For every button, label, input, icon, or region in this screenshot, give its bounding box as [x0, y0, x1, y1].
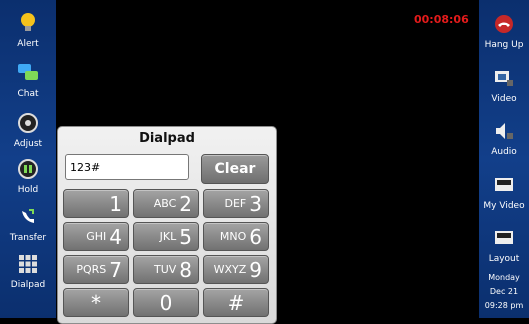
key-1-digit: 1	[109, 191, 122, 216]
hang-up-button[interactable]: Hang Up	[484, 13, 524, 50]
alert-label: Alert	[17, 39, 39, 49]
transfer-button[interactable]: Transfer	[10, 206, 46, 243]
key-0[interactable]: 0	[133, 288, 199, 317]
clear-button[interactable]: Clear	[201, 154, 269, 184]
key-9-letters: WXYZ	[213, 263, 247, 276]
layout-button[interactable]: Layout	[488, 227, 520, 264]
key-6[interactable]: MNO 6	[203, 222, 269, 251]
key-6-digit: 6	[249, 224, 262, 249]
alert-button[interactable]: Alert	[17, 12, 39, 49]
time-text: 09:28 pm	[484, 301, 524, 310]
key-5[interactable]: JKL 5	[133, 222, 199, 251]
transfer-label: Transfer	[9, 233, 47, 243]
dialpad-title: Dialpad	[139, 131, 195, 146]
date-time-display: Monday Dec 21 09:28 pm	[479, 271, 529, 313]
video-icon	[493, 67, 515, 89]
video-label: Video	[491, 94, 517, 104]
my-video-icon	[493, 174, 515, 196]
hold-icon	[17, 158, 39, 180]
key-9[interactable]: WXYZ 9	[203, 255, 269, 284]
dialpad-label: Dialpad	[10, 280, 46, 290]
key-3[interactable]: DEF 3	[203, 189, 269, 218]
key-1[interactable]: 1	[63, 189, 129, 218]
key-5-digit: 5	[179, 224, 192, 249]
key-star-digit: *	[91, 290, 101, 315]
audio-label: Audio	[491, 147, 517, 157]
key-hash[interactable]: #	[203, 288, 269, 317]
key-3-letters: DEF	[224, 197, 247, 210]
transfer-icon	[17, 206, 39, 228]
hang-up-icon	[493, 13, 515, 35]
key-hash-digit: #	[227, 290, 245, 315]
my-video-label: My Video	[483, 201, 525, 211]
left-sidebar: Alert Chat Adjust Hold Transfer Dialpad	[0, 0, 56, 318]
key-8-digit: 8	[179, 257, 192, 282]
key-7[interactable]: PQRS 7	[63, 255, 129, 284]
dialpad-panel: Dialpad Clear 1 ABC2 DEF3 GHI4 JKL5 MNO6…	[57, 126, 277, 324]
layout-icon	[493, 227, 515, 249]
key-9-digit: 9	[249, 257, 262, 282]
chat-icon	[17, 62, 39, 84]
key-2-digit: 2	[179, 191, 192, 216]
key-4[interactable]: GHI 4	[63, 222, 129, 251]
key-8-letters: TUV	[153, 263, 177, 276]
audio-button[interactable]: Audio	[491, 120, 517, 157]
key-0-digit: 0	[159, 290, 173, 315]
audio-icon	[493, 120, 515, 142]
key-star[interactable]: *	[63, 288, 129, 317]
dialpad-button[interactable]: Dialpad	[11, 253, 45, 290]
key-2-letters: ABC	[153, 197, 177, 210]
key-2[interactable]: ABC 2	[133, 189, 199, 218]
layout-label: Layout	[488, 254, 520, 264]
adjust-label: Adjust	[13, 139, 43, 149]
call-timer: 00:08:06	[414, 13, 469, 26]
lightbulb-icon	[17, 12, 39, 34]
dialpad-icon	[17, 253, 39, 275]
chat-label: Chat	[17, 89, 39, 99]
adjust-icon	[17, 112, 39, 134]
hold-label: Hold	[17, 185, 39, 195]
hang-up-label: Hang Up	[484, 40, 524, 50]
chat-button[interactable]: Chat	[17, 62, 39, 99]
date-text: Dec 21	[489, 287, 519, 296]
key-6-letters: MNO	[219, 230, 247, 243]
dial-input[interactable]	[65, 154, 189, 180]
key-7-digit: 7	[109, 257, 122, 282]
weekday-text: Monday	[488, 273, 520, 282]
key-3-digit: 3	[249, 191, 262, 216]
key-8[interactable]: TUV 8	[133, 255, 199, 284]
my-video-button[interactable]: My Video	[483, 174, 525, 211]
video-button[interactable]: Video	[491, 67, 517, 104]
key-5-letters: JKL	[159, 230, 177, 243]
key-4-digit: 4	[109, 224, 122, 249]
hold-button[interactable]: Hold	[17, 158, 39, 195]
key-4-letters: GHI	[86, 230, 107, 243]
adjust-button[interactable]: Adjust	[14, 112, 42, 149]
key-7-letters: PQRS	[76, 263, 107, 276]
